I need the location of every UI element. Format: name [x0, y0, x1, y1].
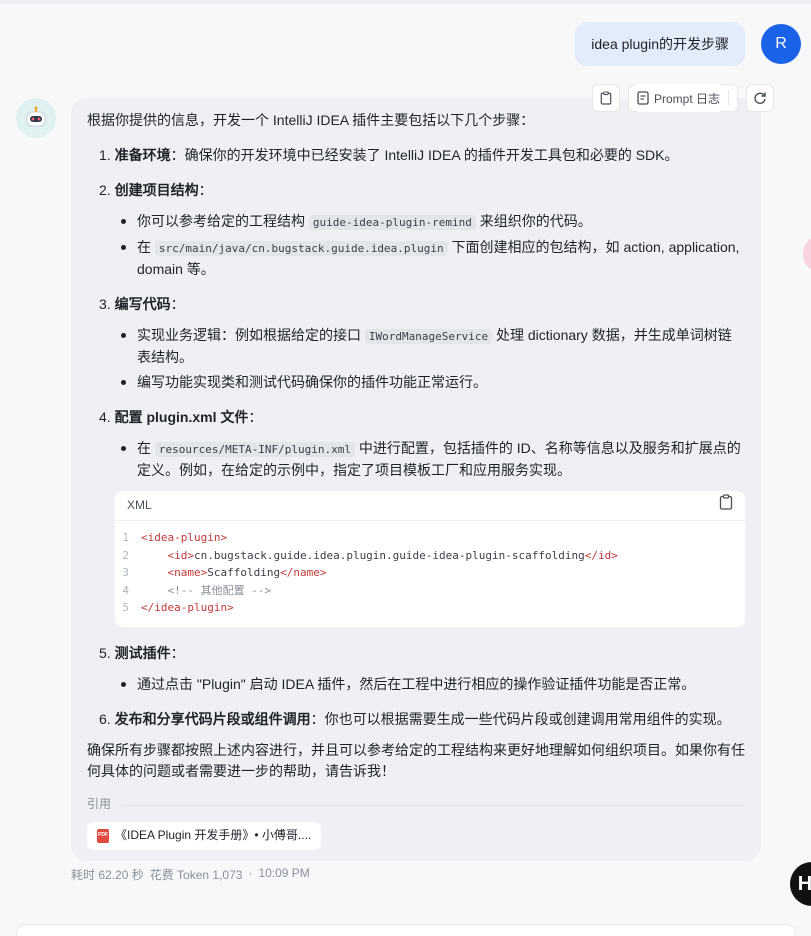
step-4: 4. 配置 plugin.xml 文件： — [99, 407, 745, 428]
top-border — [0, 0, 811, 4]
regenerate-button[interactable] — [746, 84, 775, 112]
step-number: 2. — [99, 182, 111, 198]
inline-code: IWordManageService — [364, 329, 493, 344]
step-3: 3. 编写代码： — [99, 294, 745, 315]
step-title: 编写代码 — [114, 296, 171, 312]
side-decoration — [803, 238, 811, 270]
elapsed-time: 耗时 62.20 秒 — [71, 868, 144, 882]
code-line: 3 <name>Scaffolding</name> — [115, 564, 745, 582]
line-number: 1 — [122, 531, 129, 544]
clipboard-icon — [719, 494, 733, 510]
step-3-bullets: 实现业务逻辑：例如根据给定的接口 IWordManageService 处理 d… — [119, 325, 745, 393]
step-number: 3. — [99, 296, 111, 312]
step-title: 发布和分享代码片段或组件调用 — [114, 710, 311, 727]
robot-icon — [26, 106, 46, 127]
refresh-icon — [754, 92, 766, 104]
step-title: 测试插件 — [114, 644, 171, 661]
references-divider — [121, 804, 745, 806]
bullet-text: 来组织你的代码。 — [475, 213, 592, 229]
reference-title: 《IDEA Plugin 开发手册》• 小傅哥.... — [115, 828, 312, 842]
code-block-body: 1 <idea-plugin> 2 <id>cn.bugstack.guide.id… — [115, 521, 745, 627]
step-number: 6. — [99, 710, 111, 727]
chat-input[interactable] — [16, 924, 796, 936]
answer-meta: 耗时 62.20 秒 花费 Token 1,073 · 10:09 PM — [71, 866, 310, 883]
step-6: 6. 发布和分享代码片段或组件调用：你也可以根据需要生成一些代码片段或创建调用常… — [99, 709, 745, 730]
user-message-row: idea plugin的开发步骤 R — [575, 22, 801, 66]
code-text: <id>cn.bugstack.guide.idea.plugin.guide-… — [167, 548, 618, 562]
inline-code: resources/META-INF/plugin.xml — [154, 442, 355, 457]
code-line: 4 <!-- 其他配置 --> — [115, 582, 745, 600]
step-number: 5. — [99, 644, 111, 661]
step-1: 1. 准备环境：确保你的开发环境中已经安装了 IntelliJ IDEA 的插件… — [99, 145, 745, 166]
floating-action-button[interactable]: H — [790, 862, 811, 906]
step-text: ： — [248, 409, 263, 425]
bullet-text: 实现业务逻辑：例如根据给定的接口 — [137, 327, 365, 343]
line-number: 3 — [122, 566, 129, 579]
timestamp: 10:09 PM — [258, 866, 310, 880]
prompt-log-group: Prompt 日志 — [628, 84, 739, 112]
code-text: </idea-plugin> — [141, 601, 234, 614]
step-text: ： — [170, 296, 185, 312]
code-text: <name>Scaffolding</name> — [167, 566, 327, 579]
code-line: 2 <id>cn.bugstack.guide.idea.plugin.guid… — [115, 547, 745, 565]
step-title: 创建项目结构 — [114, 182, 199, 198]
code-language: XML — [127, 498, 152, 512]
bot-avatar — [16, 98, 56, 138]
line-number: 5 — [122, 601, 129, 614]
list-item: 编写功能实现类和测试代码确保你的插件功能正常运行。 — [119, 372, 745, 393]
step-text: ：你也可以根据需要生成一些代码片段或创建调用常用组件的实现。 — [310, 710, 731, 727]
answer-intro: 根据你提供的信息，开发一个 IntelliJ IDEA 插件主要包括以下几个步骤… — [87, 112, 535, 128]
inline-code: src/main/java/cn.bugstack.guide.idea.plu… — [154, 241, 448, 256]
document-icon — [637, 91, 649, 105]
token-cost: 花费 Token 1,073 — [149, 868, 243, 882]
pdf-icon: PDF — [97, 828, 109, 843]
copy-code-button[interactable] — [719, 494, 733, 517]
bullet-text: 在 — [137, 239, 155, 255]
answer-conclusion: 确保所有步骤都按照上述内容进行，并且可以参考给定的工程结构来更好地理解如何组织项… — [87, 741, 745, 779]
step-title: 配置 plugin.xml 文件 — [114, 409, 249, 425]
inline-code: guide-idea-plugin-remind — [308, 215, 476, 230]
code-line: 5 </idea-plugin> — [115, 599, 745, 617]
copy-button[interactable] — [592, 84, 620, 112]
step-text: ： — [198, 182, 213, 198]
message-toolbar: Prompt 日志 — [592, 84, 775, 112]
reference-chip[interactable]: PDF 《IDEA Plugin 开发手册》• 小傅哥.... — [87, 821, 322, 850]
step-number: 4. — [99, 409, 111, 425]
prompt-log-button[interactable]: Prompt 日志 — [633, 84, 725, 112]
line-number: 4 — [122, 583, 129, 597]
step-text: ： — [170, 644, 185, 661]
user-message-bubble: idea plugin的开发步骤 — [575, 22, 745, 66]
prompt-log-label: Prompt 日志 — [654, 91, 721, 106]
user-avatar[interactable]: R — [761, 24, 801, 64]
step-2: 2. 创建项目结构： — [99, 180, 745, 201]
list-item: 实现业务逻辑：例如根据给定的接口 IWordManageService 处理 d… — [119, 325, 745, 368]
bullet-text: 你可以参考给定的工程结构 — [137, 213, 309, 229]
step-text: ：确保你的开发环境中已经安装了 IntelliJ IDEA 的插件开发工具包和必… — [170, 147, 679, 163]
code-text: <!-- 其他配置 --> — [167, 583, 272, 597]
step-2-bullets: 你可以参考给定的工程结构 guide-idea-plugin-remind 来组… — [119, 211, 745, 280]
step-5: 5. 测试插件： — [99, 643, 745, 664]
list-item: 在 resources/META-INF/plugin.xml 中进行配置，包括… — [119, 438, 745, 481]
meta-separator: · — [248, 866, 253, 880]
list-item: 通过点击 "Plugin" 启动 IDEA 插件，然后在工程中进行相应的操作验证… — [119, 674, 745, 695]
step-title: 准备环境 — [114, 147, 171, 163]
line-number: 2 — [122, 548, 129, 562]
step-number: 1. — [99, 147, 111, 163]
assistant-answer: 根据你提供的信息，开发一个 IntelliJ IDEA 插件主要包括以下几个步骤… — [71, 98, 761, 861]
step-5-bullets: 通过点击 "Plugin" 启动 IDEA 插件，然后在工程中进行相应的操作验证… — [119, 674, 745, 695]
bullet-text: 在 — [137, 440, 155, 456]
list-item: 你可以参考给定的工程结构 guide-idea-plugin-remind 来组… — [119, 211, 745, 233]
code-text: <idea-plugin> — [141, 531, 228, 544]
code-line: 1 <idea-plugin> — [115, 529, 745, 547]
list-item: 在 src/main/java/cn.bugstack.guide.idea.p… — [119, 237, 745, 280]
code-block-header: XML — [115, 491, 745, 521]
step-4-bullets: 在 resources/META-INF/plugin.xml 中进行配置，包括… — [119, 438, 745, 481]
clipboard-icon — [600, 91, 612, 105]
code-block: XML 1 <idea-plugin> 2 <id>cn.bugstack.guid… — [115, 491, 745, 627]
toolbar-divider — [728, 90, 730, 106]
